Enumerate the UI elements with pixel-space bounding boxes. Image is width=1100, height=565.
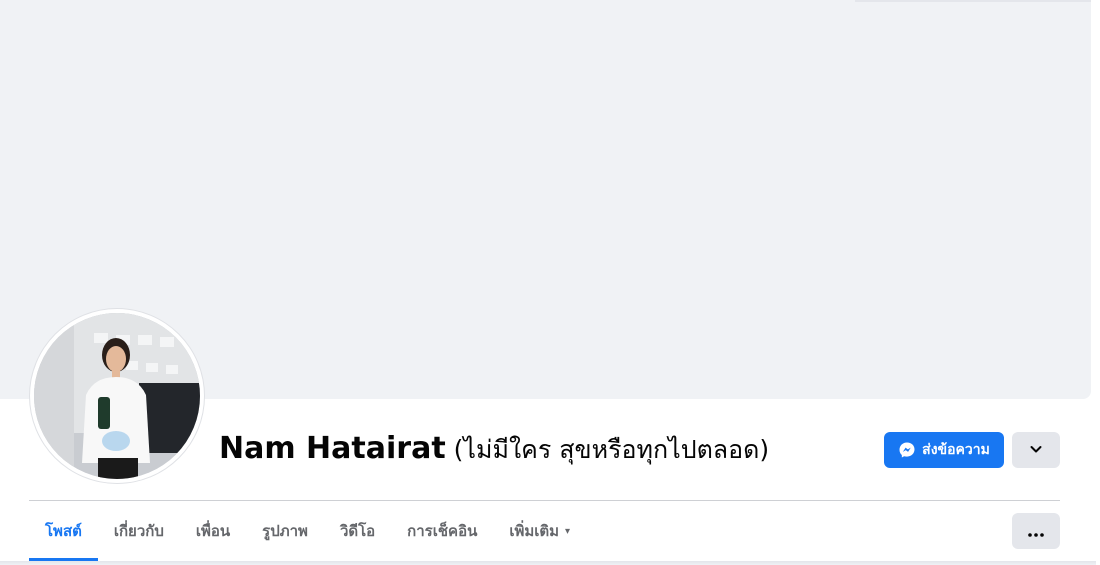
header-bottom-shadow [0,561,1100,565]
profile-tabs: โพสต์ เกี่ยวกับ เพื่อน รูปภาพ วิดีโอ การ… [29,501,586,561]
profile-picture[interactable] [34,313,200,479]
tab-check-ins[interactable]: การเช็คอิน [391,501,493,561]
tab-about-label: เกี่ยวกับ [113,522,164,540]
profile-name: Nam Hatairat [219,431,446,466]
more-horizontal-icon [1028,522,1044,541]
tab-posts-label: โพสต์ [45,522,82,540]
send-message-button[interactable]: ส่งข้อความ [884,432,1004,468]
profile-name-heading: Nam Hatairat (ไม่มีใคร สุขหรือทุกไปตลอด) [219,430,769,470]
tab-friends[interactable]: เพื่อน [180,501,246,561]
tab-photos[interactable]: รูปภาพ [246,501,324,561]
tab-videos[interactable]: วิดีโอ [324,501,391,561]
tab-more-label: เพิ่มเติม [509,522,560,540]
tab-more[interactable]: เพิ่มเติม ▾ [493,501,586,561]
more-options-button[interactable] [1012,513,1060,549]
profile-picture-frame[interactable] [30,309,204,483]
cover-top-edge [855,0,1091,2]
tab-friends-label: เพื่อน [195,522,231,540]
send-message-label: ส่งข้อความ [922,442,990,458]
caret-down-icon: ▾ [565,525,571,537]
profile-photo-image [34,313,200,479]
chevron-down-icon [1029,441,1043,460]
profile-alternate-name: (ไม่มีใคร สุขหรือทุกไปตลอด) [453,435,770,464]
tab-posts[interactable]: โพสต์ [29,501,98,561]
tab-about[interactable]: เกี่ยวกับ [98,501,180,561]
tab-check-ins-label: การเช็คอิน [407,522,478,540]
scrollbar[interactable] [1096,0,1100,565]
messenger-icon [898,441,916,459]
profile-actions-dropdown-button[interactable] [1012,432,1060,468]
tab-videos-label: วิดีโอ [339,522,376,540]
tab-photos-label: รูปภาพ [262,522,308,540]
